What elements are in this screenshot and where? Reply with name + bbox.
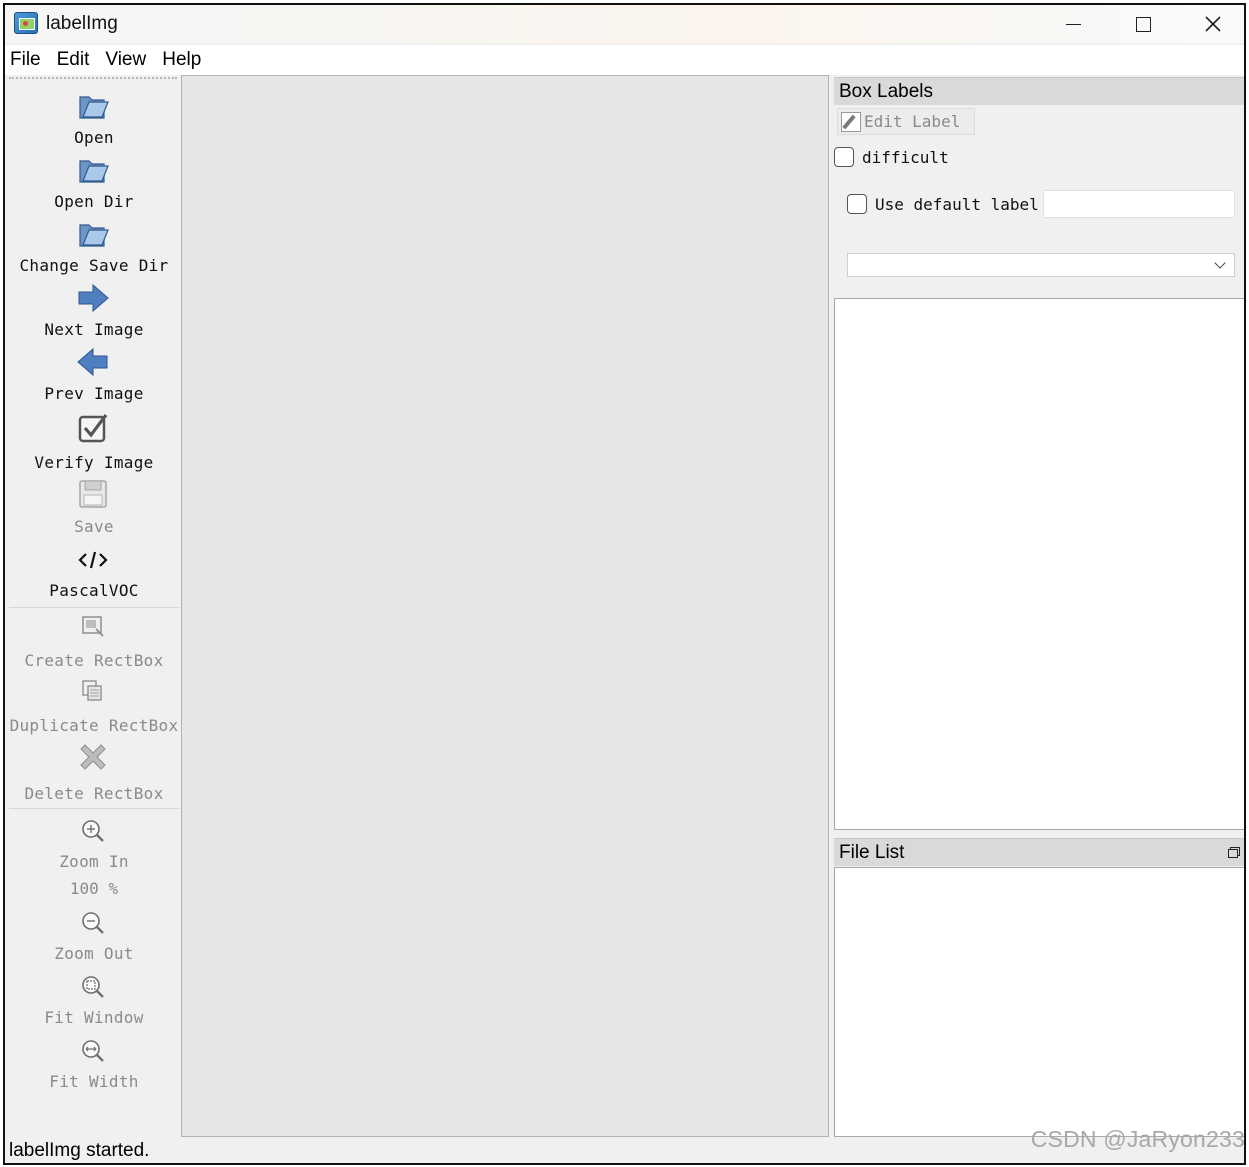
open-dir-label: Open Dir (54, 192, 134, 211)
difficult-checkbox[interactable] (834, 147, 854, 167)
zoom-in-button[interactable]: Zoom In (7, 815, 181, 875)
duplicate-rectbox-button[interactable]: Duplicate RectBox (7, 675, 181, 737)
menu-help[interactable]: Help (162, 49, 201, 71)
dock-float-icon[interactable] (1228, 847, 1240, 858)
fit-width-label: Fit Width (49, 1072, 139, 1091)
fit-width-button[interactable]: Fit Width (7, 1035, 181, 1095)
next-image-label: Next Image (44, 320, 144, 339)
difficult-label: difficult (862, 147, 949, 167)
open-label: Open (74, 128, 114, 147)
minimize-button[interactable] (1038, 5, 1108, 43)
label-filter-combobox[interactable] (847, 253, 1235, 277)
use-default-label-row[interactable]: Use default label (847, 194, 1039, 214)
folder-open-icon (76, 217, 110, 251)
default-label-input[interactable] (1043, 190, 1235, 218)
create-rect-icon (76, 611, 110, 645)
menu-bar: File Edit View Help (5, 45, 1244, 75)
zoom-in-icon (76, 815, 110, 849)
watermark: CSDN @JaRyon233 (1030, 1126, 1245, 1152)
zoom-out-button[interactable]: Zoom Out (7, 907, 181, 967)
delete-rectbox-label: Delete RectBox (24, 784, 164, 803)
difficult-checkbox-row[interactable]: difficult (834, 147, 949, 167)
change-save-dir-button[interactable]: Change Save Dir (7, 217, 181, 281)
tool-bar: Open Open Dir Change Save Dir Next Image… (7, 75, 181, 1135)
pascalvoc-label: PascalVOC (49, 581, 139, 600)
open-dir-button[interactable]: Open Dir (7, 153, 181, 217)
folder-open-icon (76, 153, 110, 187)
fit-window-icon (76, 971, 110, 1005)
minimize-icon (1065, 23, 1081, 25)
arrow-right-icon (76, 281, 110, 315)
zoom-out-icon (76, 907, 110, 941)
create-rectbox-label: Create RectBox (24, 651, 164, 670)
maximize-icon (1135, 16, 1151, 32)
pascalvoc-format-button[interactable]: PascalVOC (7, 541, 181, 605)
toolbar-separator (9, 607, 179, 608)
zoom-value-spinbox[interactable]: 100 % (7, 877, 181, 901)
box-labels-dock-title[interactable]: Box Labels (834, 77, 1244, 105)
window-title: labelImg (46, 13, 118, 34)
maximize-button[interactable] (1108, 5, 1178, 43)
delete-x-icon (76, 741, 110, 775)
delete-rectbox-button[interactable]: Delete RectBox (7, 741, 181, 805)
save-button[interactable]: Save (7, 477, 181, 539)
menu-file[interactable]: File (10, 49, 41, 71)
prev-image-button[interactable]: Prev Image (7, 345, 181, 409)
title-bar[interactable]: labelImg (5, 5, 1244, 43)
app-logo-icon (14, 12, 38, 34)
toolbar-grip[interactable] (9, 77, 177, 79)
prev-image-label: Prev Image (44, 384, 144, 403)
verify-image-button[interactable]: Verify Image (7, 411, 181, 475)
fit-window-label: Fit Window (44, 1008, 144, 1027)
verify-image-label: Verify Image (34, 453, 154, 472)
app-window: labelImg File Edit View Help Open Open D… (3, 3, 1246, 1165)
menu-edit[interactable]: Edit (57, 49, 90, 71)
arrow-left-icon (76, 345, 110, 379)
create-rectbox-button[interactable]: Create RectBox (7, 611, 181, 673)
change-save-dir-label: Change Save Dir (19, 256, 169, 275)
save-label: Save (74, 517, 114, 536)
image-canvas[interactable] (181, 75, 829, 1137)
folder-open-icon (76, 89, 110, 123)
duplicate-rectbox-label: Duplicate RectBox (9, 716, 179, 735)
close-button[interactable] (1178, 5, 1244, 43)
edit-pencil-icon (841, 111, 861, 132)
fit-window-button[interactable]: Fit Window (7, 971, 181, 1031)
fit-width-icon (76, 1035, 110, 1069)
use-default-label-text: Use default label (875, 194, 1039, 214)
open-button[interactable]: Open (7, 89, 181, 153)
toolbar-separator (9, 808, 179, 809)
code-icon (76, 543, 110, 577)
edit-label-button[interactable]: Edit Label (837, 108, 975, 135)
duplicate-rect-icon (76, 675, 110, 709)
use-default-label-checkbox[interactable] (847, 194, 867, 214)
zoom-out-label: Zoom Out (54, 944, 134, 963)
file-list[interactable] (834, 867, 1244, 1137)
menu-view[interactable]: View (105, 49, 146, 71)
edit-label-text: Edit Label (864, 112, 961, 131)
zoom-in-label: Zoom In (59, 852, 129, 871)
file-list-title-text: File List (839, 842, 905, 863)
chevron-down-icon (1214, 257, 1226, 269)
file-list-dock-title[interactable]: File List (834, 838, 1244, 866)
save-icon (76, 477, 110, 511)
label-list[interactable] (834, 298, 1244, 830)
close-icon (1205, 16, 1221, 32)
checkbox-icon (76, 411, 110, 445)
next-image-button[interactable]: Next Image (7, 281, 181, 345)
